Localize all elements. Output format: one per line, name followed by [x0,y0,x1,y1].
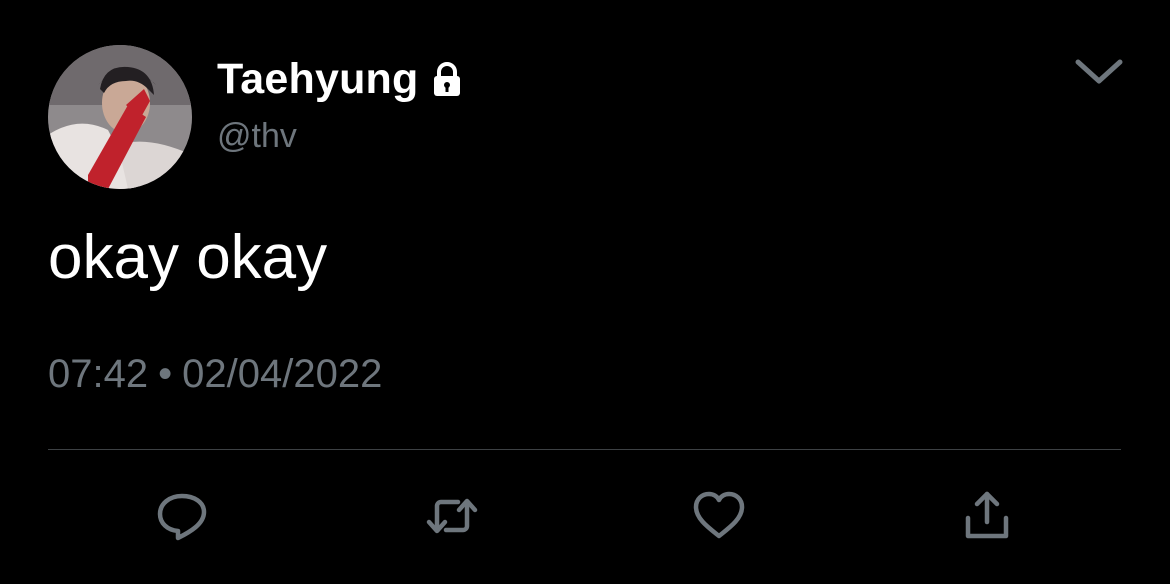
tweet-timestamp[interactable]: 07:42 • 02/04/2022 [48,350,382,398]
author-name-row[interactable]: Taehyung [217,54,466,104]
author-display-name[interactable]: Taehyung [217,54,418,104]
retweet-icon [426,498,478,534]
avatar[interactable] [48,45,192,189]
like-button[interactable] [691,488,747,544]
reply-icon [157,493,207,541]
lock-icon [428,60,466,98]
tweet-text: okay okay [48,223,328,292]
tweet-card: Taehyung @thv okay okay 07:42 • 02/04/2022 [0,0,1170,584]
chevron-down-icon[interactable] [1072,50,1126,90]
avatar-image [48,45,192,189]
reply-button[interactable] [154,488,210,544]
share-icon [965,491,1009,539]
retweet-button[interactable] [424,488,480,544]
share-button[interactable] [959,488,1015,544]
tweet-date: 02/04/2022 [182,352,383,396]
divider [48,449,1121,450]
separator-dot: • [158,352,173,396]
tweet-time: 07:42 [48,352,149,396]
author-handle[interactable]: @thv [217,116,297,156]
heart-icon [693,491,745,539]
